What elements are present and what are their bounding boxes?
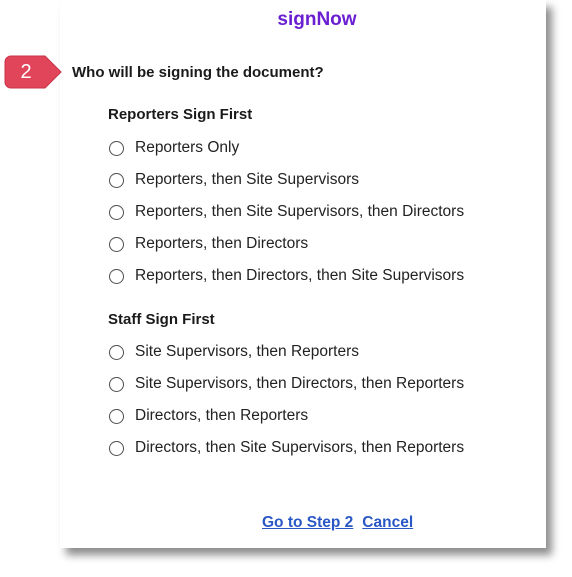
radio-button[interactable]: [109, 204, 124, 220]
radio-option[interactable]: Directors, then Site Supervisors, then R…: [109, 437, 464, 459]
group-heading-staff-first: Staff Sign First: [108, 311, 215, 328]
radio-option-label: Reporters, then Site Supervisors: [135, 171, 359, 188]
radio-option[interactable]: Site Supervisors, then Reporters: [109, 341, 359, 363]
radio-option[interactable]: Reporters Only: [109, 137, 239, 159]
radio-button[interactable]: [109, 344, 124, 360]
radio-option[interactable]: Reporters, then Site Supervisors, then D…: [109, 201, 464, 223]
step-badge: 2: [3, 54, 65, 90]
radio-button[interactable]: [109, 140, 124, 156]
step-number: 2: [20, 61, 32, 83]
brand-title: signNow: [277, 9, 357, 30]
radio-option-label: Directors, then Reporters: [135, 407, 309, 424]
radio-option-label: Reporters, then Directors: [135, 235, 309, 252]
radio-option-label: Site Supervisors, then Reporters: [135, 343, 359, 360]
radio-option-label: Reporters, then Site Supervisors, then D…: [135, 203, 465, 220]
radio-option-label: Reporters Only: [135, 139, 240, 156]
radio-option-label: Directors, then Site Supervisors, then R…: [135, 439, 465, 456]
radio-button[interactable]: [109, 376, 124, 392]
dialog-actions: Go to Step 2 Cancel: [262, 514, 413, 532]
radio-option[interactable]: Reporters, then Directors: [109, 233, 308, 255]
radio-button[interactable]: [109, 172, 124, 188]
radio-option-label: Reporters, then Directors, then Site Sup…: [135, 267, 465, 284]
go-to-step-2-link[interactable]: Go to Step 2: [262, 514, 353, 531]
step-question: Who will be signing the document?: [72, 64, 324, 81]
group-heading-reporters-first: Reporters Sign First: [108, 106, 253, 123]
cancel-link[interactable]: Cancel: [362, 514, 413, 531]
radio-option[interactable]: Reporters, then Directors, then Site Sup…: [109, 265, 464, 287]
radio-button[interactable]: [109, 440, 124, 456]
radio-option[interactable]: Directors, then Reporters: [109, 405, 308, 427]
radio-button[interactable]: [109, 408, 124, 424]
radio-option-label: Site Supervisors, then Directors, then R…: [135, 375, 465, 392]
radio-button[interactable]: [109, 268, 124, 284]
radio-button[interactable]: [109, 236, 124, 252]
radio-option[interactable]: Reporters, then Site Supervisors: [109, 169, 359, 191]
signing-order-panel: signNow 2 Who will be signing the docume…: [0, 0, 572, 577]
radio-option[interactable]: Site Supervisors, then Directors, then R…: [109, 373, 464, 395]
